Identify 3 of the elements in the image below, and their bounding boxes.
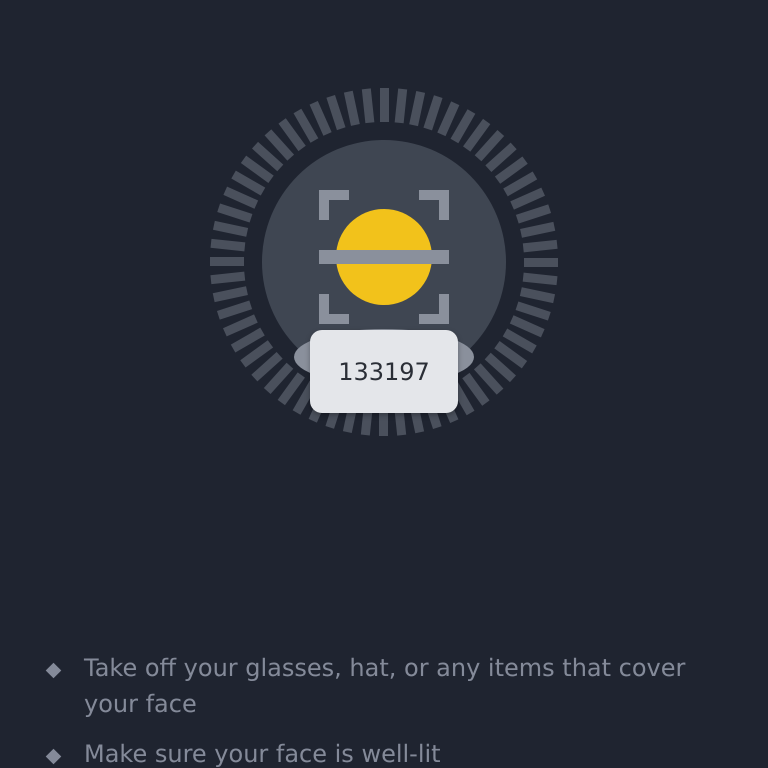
verification-code: 133197 bbox=[310, 330, 458, 413]
tip-text: Make sure your face is well-lit bbox=[84, 739, 441, 768]
tip-text: Take off your glasses, hat, or any items that cover your face bbox=[84, 653, 686, 720]
